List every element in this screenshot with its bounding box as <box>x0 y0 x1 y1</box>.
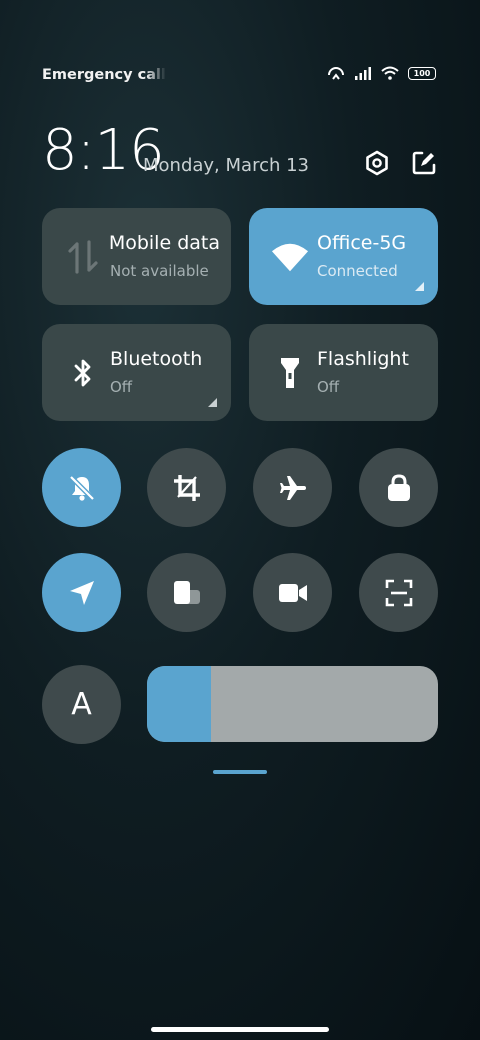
bluetooth-expand-indicator[interactable] <box>208 398 217 407</box>
bluetooth-icon <box>64 354 102 392</box>
screenshot-toggle[interactable] <box>147 448 226 527</box>
settings-icon[interactable] <box>364 150 390 176</box>
mobile-data-tile[interactable]: Mobile data Not available <box>42 208 231 305</box>
mobile-data-label: Mobile data <box>110 232 220 254</box>
wifi-expand-indicator[interactable] <box>415 282 424 291</box>
flashlight-tile[interactable]: Flashlight Off <box>249 324 438 421</box>
brightness-slider[interactable] <box>147 666 438 742</box>
video-camera-icon <box>278 583 307 602</box>
mobile-data-status: Not available <box>110 262 209 280</box>
floating-window-icon <box>173 580 200 604</box>
status-icons: 100 <box>327 66 436 80</box>
bluetooth-status: Off <box>110 378 133 396</box>
lock-screen-toggle[interactable] <box>359 448 438 527</box>
battery-indicator: 100 <box>408 66 436 80</box>
font-size-button[interactable]: A <box>42 665 121 744</box>
flashlight-icon <box>271 354 309 392</box>
scan-icon <box>385 579 412 606</box>
flashlight-status: Off <box>317 378 340 396</box>
brightness-fill <box>147 666 212 742</box>
signal-icon <box>355 67 371 80</box>
wifi-status-icon <box>381 66 399 80</box>
date: Monday, March 13 <box>143 155 309 176</box>
bell-off-icon <box>68 474 95 501</box>
bluetooth-label: Bluetooth <box>110 348 203 370</box>
panel-drag-handle[interactable] <box>213 770 267 774</box>
floating-window-toggle[interactable] <box>147 553 226 632</box>
home-indicator[interactable] <box>151 1027 329 1032</box>
bluetooth-tile[interactable]: Bluetooth Off <box>42 324 231 421</box>
hotspot-icon <box>328 67 344 80</box>
wifi-status: Connected <box>317 262 398 280</box>
crop-icon <box>173 474 200 501</box>
mobile-data-icon <box>64 238 102 276</box>
carrier-status-text: Emergency calls only <box>42 67 166 83</box>
font-size-label: A <box>71 687 92 722</box>
airplane-icon <box>279 475 306 500</box>
wifi-icon <box>271 238 309 276</box>
mute-toggle[interactable] <box>42 448 121 527</box>
wifi-network-name: Office-5G <box>317 232 407 254</box>
screen-recorder-toggle[interactable] <box>253 553 332 632</box>
flashlight-label: Flashlight <box>317 348 409 370</box>
lock-icon <box>387 473 410 501</box>
location-arrow-icon <box>69 580 94 605</box>
airplane-mode-toggle[interactable] <box>253 448 332 527</box>
location-toggle[interactable] <box>42 553 121 632</box>
wifi-tile[interactable]: Office-5G Connected <box>249 208 438 305</box>
edit-icon[interactable] <box>411 150 437 176</box>
scanner-toggle[interactable] <box>359 553 438 632</box>
